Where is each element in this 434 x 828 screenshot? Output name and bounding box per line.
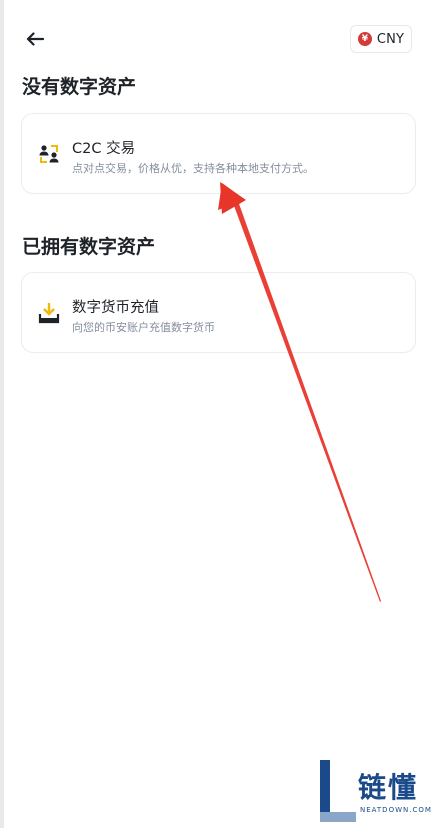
card-description: 点对点交易，价格从优，支持各种本地支付方式。 [72, 162, 314, 175]
watermark-subtitle: NEATDOWN.COM [360, 806, 432, 814]
currency-flag-icon: ¥ [357, 32, 372, 46]
section-title-no-assets: 没有数字资产 [22, 76, 137, 98]
section-title-has-assets: 已拥有数字资产 [22, 236, 156, 258]
card-description: 向您的币安账户充值数字货币 [72, 321, 215, 334]
card-title: C2C 交易 [72, 141, 136, 157]
back-button[interactable] [22, 28, 48, 50]
card-title: 数字货币充值 [72, 300, 159, 316]
arrow-left-icon [26, 32, 44, 46]
c2c-trade-card[interactable]: C2C 交易 点对点交易，价格从优，支持各种本地支付方式。 [21, 113, 416, 194]
left-edge-shadow [0, 0, 4, 828]
c2c-users-icon [39, 145, 59, 163]
page: ¥ CNY 没有数字资产 C2C 交易 点对点交易，价格从优，支持各种本地支付方… [0, 0, 434, 828]
crypto-deposit-card[interactable]: 数字货币充值 向您的币安账户充值数字货币 [21, 272, 416, 353]
watermark-text: 链懂 [358, 771, 419, 804]
currency-selector[interactable]: ¥ CNY [350, 25, 412, 53]
watermark-logo-icon [320, 760, 356, 822]
currency-label: CNY [376, 31, 405, 47]
watermark: 链懂 NEATDOWN.COM [318, 758, 434, 828]
deposit-download-icon [38, 303, 60, 324]
